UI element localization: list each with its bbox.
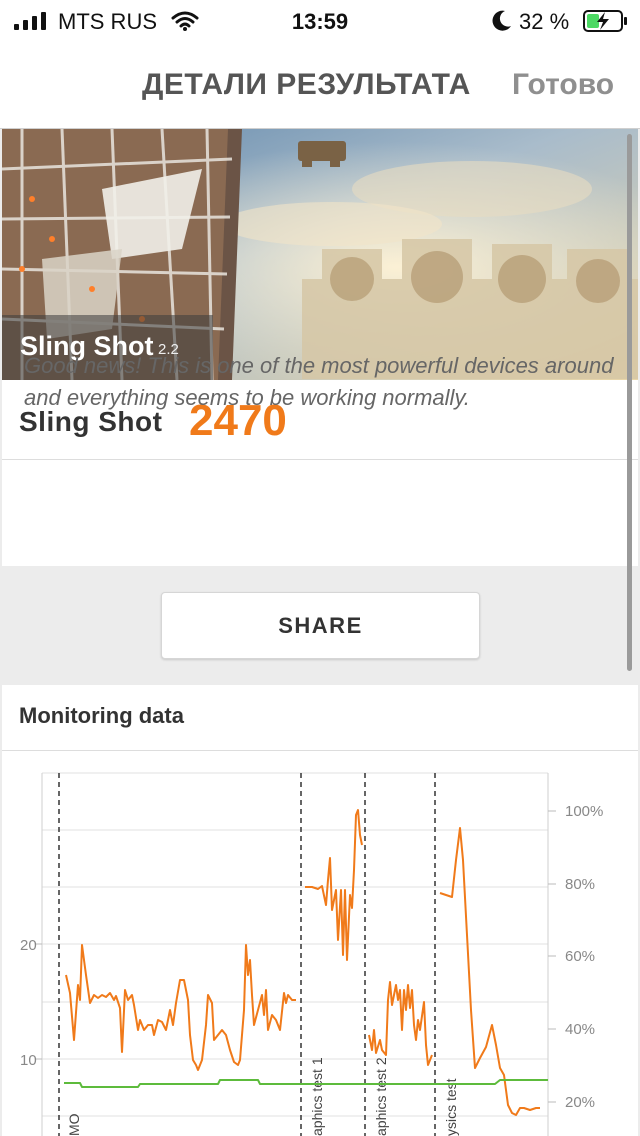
chart-grid [36, 772, 556, 1136]
y-left-tick-label: 20 [20, 937, 37, 954]
series-line-3 [439, 827, 540, 1116]
moon-icon [492, 10, 511, 31]
result-card: Sling Shot 2.2 Sling Shot 2470 [2, 129, 638, 566]
series-line-4 [64, 1079, 548, 1088]
y-right-tick-label: 20% [565, 1094, 595, 1111]
y-right-tick-label: 40% [565, 1021, 595, 1038]
chart-series [64, 809, 548, 1116]
segment-label: ysics test [443, 1078, 459, 1136]
segment-label: aphics test 2 [373, 1057, 389, 1136]
result-description: Good news! This is one of the most power… [24, 353, 614, 410]
status-bar: MTS RUS 13:59 32 % [0, 0, 640, 42]
y-right-tick-label: 100% [565, 803, 603, 820]
monitoring-chart: 20 10 100% 80% 60% 40% 20% MO aphics tes… [20, 772, 603, 1136]
page-title: ДЕТАЛИ РЕЗУЛЬТАТА [142, 68, 471, 101]
done-button[interactable]: Готово [512, 68, 614, 102]
share-button[interactable]: SHARE [161, 592, 480, 659]
series-line-1 [305, 809, 363, 961]
nav-bar: ДЕТАЛИ РЕЗУЛЬТАТА Готово [0, 42, 640, 129]
monitoring-title: Monitoring data [19, 703, 184, 728]
series-line-0 [65, 944, 296, 1071]
battery-percent: 32 % [519, 9, 570, 34]
segment-label: aphics test 1 [309, 1057, 325, 1136]
battery-charging-icon [583, 10, 627, 32]
y-right-tick-label: 60% [565, 948, 595, 965]
monitoring-card: Monitoring data 20 10 100% 80% 60% 40% 2… [2, 685, 638, 1136]
y-right-tick-label: 80% [565, 876, 595, 893]
segment-label: MO [66, 1113, 82, 1136]
monitoring-header: Monitoring data [2, 685, 638, 751]
scrollbar[interactable] [627, 134, 632, 671]
series-line-2 [368, 981, 433, 1066]
y-left-tick-label: 10 [20, 1052, 37, 1069]
